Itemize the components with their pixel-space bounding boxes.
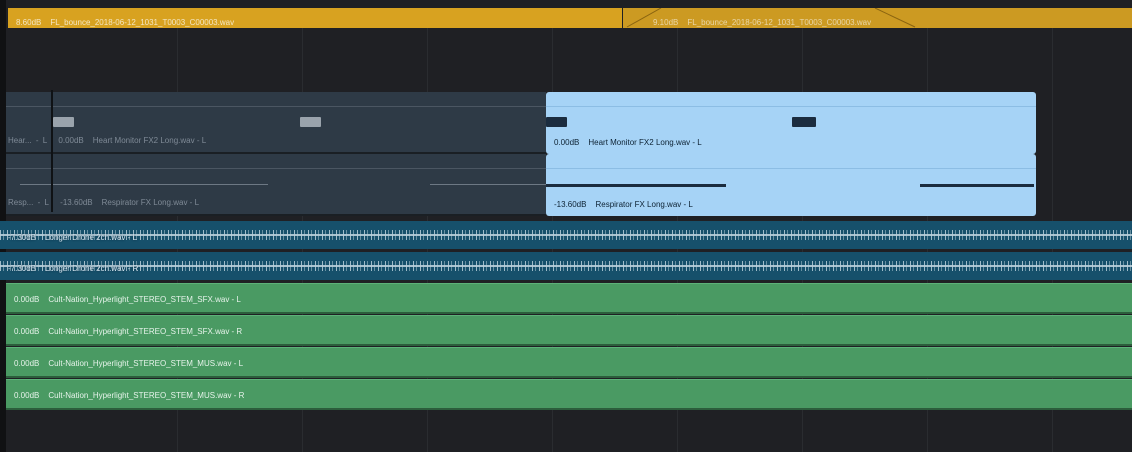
clip-name: Cult-Nation_Hyperlight_STEREO_STEM_MUS.w… bbox=[48, 391, 245, 400]
audio-clip-stem[interactable]: 0.00dB Cult-Nation_Hyperlight_STEREO_STEM… bbox=[6, 379, 1132, 410]
waveform-line bbox=[920, 184, 1034, 187]
waveform bbox=[0, 230, 1132, 240]
clip-gain: 9.10dB bbox=[653, 18, 679, 27]
clip-name: Heart Monitor FX2 Long.wav - L bbox=[588, 138, 702, 147]
clip-divider bbox=[6, 106, 546, 107]
clip-label: 0.00dB Cult-Nation_Hyperlight_STEREO_STEM… bbox=[14, 359, 243, 368]
clip-gain: 8.60dB bbox=[16, 18, 42, 27]
audio-clip-bounce[interactable]: 9.10dB FL_bounce_2018-06-12_1031_T0003_C0… bbox=[623, 8, 1132, 28]
audio-clip-drone[interactable]: -7.30dB Longer Drone 2ch.wav - L bbox=[0, 221, 1132, 249]
clip-gain: -13.60dB bbox=[554, 200, 587, 209]
waveform-block bbox=[300, 117, 321, 127]
clip-name: Respirator FX Long.wav - L bbox=[595, 200, 693, 209]
clip-gain: 0.00dB bbox=[14, 295, 40, 304]
clip-gain: -13.60dB bbox=[60, 198, 93, 207]
track-short-name: Resp... bbox=[8, 198, 34, 207]
waveform-line bbox=[20, 184, 268, 185]
audio-clip-respirator-selected[interactable]: -13.60dB Respirator FX Long.wav - L bbox=[546, 154, 1036, 216]
clip-name: FL_bounce_2018-06-12_1031_T0003_C00003.w… bbox=[50, 18, 235, 27]
waveform-line bbox=[546, 184, 726, 187]
channel-label: L bbox=[42, 136, 48, 145]
audio-clip-stem[interactable]: 0.00dB Cult-Nation_Hyperlight_STEREO_STEM… bbox=[6, 315, 1132, 346]
clip-gain: 0.00dB bbox=[554, 138, 580, 147]
clip-name: FL_bounce_2018-06-12_1031_T0003_C00003.w… bbox=[687, 18, 872, 27]
clip-label: 0.00dB Heart Monitor FX2 Long.wav - L bbox=[554, 138, 702, 147]
audio-clip-heart-monitor-selected[interactable]: 0.00dB Heart Monitor FX2 Long.wav - L bbox=[546, 92, 1036, 154]
track-short-name: Hear... bbox=[8, 136, 32, 145]
waveform-line bbox=[430, 184, 546, 185]
clip-name: Cult-Nation_Hyperlight_STEREO_STEM_SFX.w… bbox=[48, 327, 243, 336]
clip-name: Heart Monitor FX2 Long.wav - L bbox=[92, 136, 207, 145]
clip-gain: 0.00dB bbox=[14, 327, 40, 336]
clip-label: 0.00dB Cult-Nation_Hyperlight_STEREO_STEM… bbox=[14, 327, 242, 336]
clip-label: -13.60dB Respirator FX Long.wav - L bbox=[554, 200, 693, 209]
audio-clip-stem[interactable]: 0.00dB Cult-Nation_Hyperlight_STEREO_STEM… bbox=[6, 283, 1132, 314]
clip-name: Longer Drone 2ch.wav - R bbox=[45, 264, 139, 273]
waveform-block bbox=[792, 117, 816, 127]
clip-label: -7.30dB Longer Drone 2ch.wav - L bbox=[8, 233, 137, 242]
timeline: 8.60dB FL_bounce_2018-06-12_1031_T0003_C0… bbox=[0, 0, 1132, 452]
clip-label: 0.00dB Cult-Nation_Hyperlight_STEREO_STEM… bbox=[14, 295, 241, 304]
clip-label: Resp... - L -13.60dB Respirator FX Long.w… bbox=[8, 198, 200, 207]
audio-clip-respirator[interactable]: Resp... - L -13.60dB Respirator FX Long.w… bbox=[6, 154, 546, 216]
waveform-block bbox=[546, 117, 567, 127]
clip-label: Hear... - L 0.00dB Heart Monitor FX2 Long… bbox=[8, 136, 207, 145]
clip-name: Cult-Nation_Hyperlight_STEREO_STEM_MUS.w… bbox=[48, 359, 244, 368]
playhead[interactable] bbox=[51, 90, 53, 212]
clip-divider bbox=[6, 168, 546, 169]
waveform-block bbox=[53, 117, 74, 127]
clip-label: 8.60dB FL_bounce_2018-06-12_1031_T0003_C0… bbox=[16, 18, 234, 27]
clip-divider bbox=[546, 106, 1036, 107]
clip-name: Respirator FX Long.wav - L bbox=[101, 198, 200, 207]
clip-gain: 0.00dB bbox=[58, 136, 84, 145]
clip-gain: 0.00dB bbox=[14, 359, 40, 368]
clip-divider bbox=[546, 168, 1036, 169]
clip-label: -7.30dB Longer Drone 2ch.wav - R bbox=[8, 264, 138, 273]
clip-gain: -7.30dB bbox=[8, 233, 37, 242]
waveform bbox=[0, 261, 1132, 271]
clip-name: Cult-Nation_Hyperlight_STEREO_STEM_SFX.w… bbox=[48, 295, 241, 304]
clip-name: Longer Drone 2ch.wav - L bbox=[45, 233, 138, 242]
clip-gain: -7.30dB bbox=[8, 264, 37, 273]
clip-label: 9.10dB FL_bounce_2018-06-12_1031_T0003_C0… bbox=[653, 18, 871, 27]
audio-clip-bounce[interactable]: 8.60dB FL_bounce_2018-06-12_1031_T0003_C0… bbox=[8, 8, 622, 28]
clip-gain: 0.00dB bbox=[14, 391, 40, 400]
audio-clip-drone[interactable]: -7.30dB Longer Drone 2ch.wav - R bbox=[0, 252, 1132, 280]
audio-clip-heart-monitor[interactable]: Hear... - L 0.00dB Heart Monitor FX2 Long… bbox=[6, 92, 546, 154]
clip-label: 0.00dB Cult-Nation_Hyperlight_STEREO_STEM… bbox=[14, 391, 244, 400]
audio-clip-stem[interactable]: 0.00dB Cult-Nation_Hyperlight_STEREO_STEM… bbox=[6, 347, 1132, 378]
channel-label: L bbox=[44, 198, 49, 207]
